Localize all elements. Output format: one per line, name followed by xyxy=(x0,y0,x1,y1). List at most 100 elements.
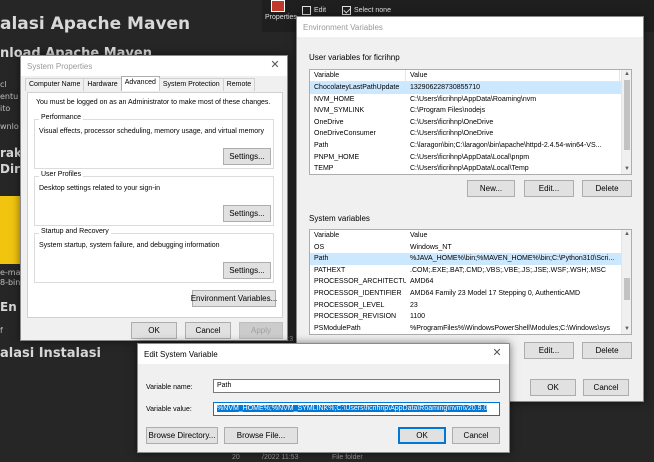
variable-name-cell: ChocolateyLastPathUpdate xyxy=(314,84,400,91)
ok-button[interactable]: OK xyxy=(530,379,576,396)
user-table-scrollbar[interactable]: ▲ ▼ xyxy=(621,70,631,174)
startup-recovery-desc: System startup, system failure, and debu… xyxy=(39,242,220,249)
scroll-up-icon[interactable]: ▲ xyxy=(622,230,631,239)
environment-variables-button[interactable]: Environment Variables... xyxy=(191,290,277,307)
table-row[interactable]: OneDrive C:\Users\ficrihnp\OneDrive xyxy=(310,117,631,129)
user-profiles-settings-button[interactable]: Settings... xyxy=(223,205,271,222)
variable-value-field[interactable]: %NVM_HOME%;%NVM_SYMLINK%;C:\Users\ficrih… xyxy=(213,402,500,416)
variable-value-cell: Windows_NT xyxy=(410,243,452,251)
edit-system-variable-dialog: Edit System Variable ✕ Variable name: Pa… xyxy=(137,343,510,453)
user-variables-label: User variables for ficrihnp xyxy=(309,53,400,62)
window-title: System Properties xyxy=(27,61,93,71)
ok-button[interactable]: OK xyxy=(131,322,177,339)
user-edit-button[interactable]: Edit... xyxy=(524,180,574,197)
variable-name-cell: Path xyxy=(314,141,329,149)
close-icon[interactable]: ✕ xyxy=(491,347,503,359)
performance-group: Performance Visual effects, processor sc… xyxy=(34,114,274,169)
variable-value-cell: .COM;.EXE;.BAT;.CMD;.VBS;.VBE;.JS;.JSE;.… xyxy=(410,266,606,274)
user-variables-table[interactable]: Variable Value ChocolateyLastPathUpdate 1… xyxy=(309,69,632,175)
close-icon[interactable]: ✕ xyxy=(269,59,281,71)
apply-button[interactable]: Apply xyxy=(239,322,283,339)
scroll-down-icon[interactable]: ▼ xyxy=(622,165,631,174)
environment-variables-titlebar: Environment Variables xyxy=(297,17,643,37)
page-heading-2: alasi Instalasi xyxy=(0,346,101,361)
table-row[interactable]: OneDriveConsumer C:\Users\ficrihnp\OneDri… xyxy=(310,128,631,140)
properties-icon xyxy=(271,0,285,12)
table-header: Variable Value xyxy=(310,70,631,82)
variable-name-cell: PNPM_HOME xyxy=(314,153,360,161)
system-edit-button[interactable]: Edit... xyxy=(524,342,574,359)
window-title: Environment Variables xyxy=(303,22,383,32)
edit-button[interactable]: Edit xyxy=(302,6,326,15)
variable-name-cell: PROCESSOR_LEVEL xyxy=(314,301,385,309)
tab-hardware[interactable]: Hardware xyxy=(83,78,122,91)
cancel-button[interactable]: Cancel xyxy=(185,322,231,339)
tab-computer-name[interactable]: Computer Name xyxy=(25,78,85,91)
bg-highlight-block xyxy=(0,196,20,264)
system-properties-window: System Properties ✕ Computer Name Hardwa… xyxy=(20,55,288,341)
performance-label: Performance xyxy=(39,114,84,121)
variable-name-cell: PROCESSOR_REVISION xyxy=(314,313,397,321)
scroll-down-icon[interactable]: ▼ xyxy=(622,325,631,334)
variable-name-cell: NVM_SYMLINK xyxy=(314,107,365,115)
variable-value-label: Variable value: xyxy=(146,406,192,413)
table-row[interactable]: PROCESSOR_IDENTIFIER AMD64 Family 23 Mode… xyxy=(310,288,631,300)
table-row[interactable]: ChocolateyLastPathUpdate 1329062287308557… xyxy=(310,82,631,94)
system-delete-button[interactable]: Delete xyxy=(582,342,632,359)
scroll-thumb[interactable] xyxy=(624,80,630,150)
user-new-button[interactable]: New... xyxy=(467,180,515,197)
variable-value-cell: C:\Users\ficrihnp\AppData\Roaming\nvm xyxy=(410,95,537,103)
tab-strip: Computer Name Hardware Advanced System P… xyxy=(25,76,256,92)
table-row[interactable]: PNPM_HOME C:\Users\ficrihnp\AppData\Local… xyxy=(310,152,631,164)
variable-name-cell: OneDriveConsumer xyxy=(314,130,376,138)
column-header-value[interactable]: Value xyxy=(406,70,620,81)
variable-name-text: Path xyxy=(217,382,232,389)
table-row[interactable]: PATHEXT .COM;.EXE;.BAT;.CMD;.VBS;.VBE;.JS… xyxy=(310,265,631,277)
table-row[interactable]: Path C:\laragon\bin;C:\laragon\bin\apache… xyxy=(310,140,631,152)
variable-name-field[interactable]: Path xyxy=(213,379,500,393)
table-row[interactable]: OS Windows_NT xyxy=(310,242,631,254)
variable-value-text: %NVM_HOME%;%NVM_SYMLINK%;C:\Users\ficrih… xyxy=(217,405,488,412)
variable-value-cell: C:\Program Files\nodejs xyxy=(410,107,486,115)
variable-name-cell: PSModulePath xyxy=(314,324,361,332)
user-delete-button[interactable]: Delete xyxy=(582,180,632,197)
cancel-button[interactable]: Cancel xyxy=(583,379,629,396)
properties-button[interactable]: Properties xyxy=(265,14,297,21)
browse-file-button[interactable]: Browse File... xyxy=(224,427,298,444)
select-none-button[interactable]: Select none xyxy=(342,6,391,15)
performance-settings-button[interactable]: Settings... xyxy=(223,148,271,165)
table-row[interactable]: NVM_SYMLINK C:\Program Files\nodejs xyxy=(310,105,631,117)
startup-settings-button[interactable]: Settings... xyxy=(223,262,271,279)
variable-name-cell: PROCESSOR_ARCHITECTU... xyxy=(314,278,406,286)
scroll-up-icon[interactable]: ▲ xyxy=(622,70,631,79)
bg-text-fragment: En xyxy=(0,300,17,314)
browse-directory-button[interactable]: Browse Directory... xyxy=(146,427,218,444)
user-profiles-group: User Profiles Desktop settings related t… xyxy=(34,171,274,226)
table-row[interactable]: PROCESSOR_ARCHITECTU... AMD64 xyxy=(310,276,631,288)
tab-remote[interactable]: Remote xyxy=(222,78,256,91)
table-row[interactable]: PROCESSOR_LEVEL 23 xyxy=(310,300,631,312)
table-row[interactable]: PSModulePath %ProgramFiles%\WindowsPowerS… xyxy=(310,323,631,334)
column-header-variable[interactable]: Variable xyxy=(310,70,406,81)
variable-value-cell: C:\laragon\bin;C:\laragon\bin\apache\htt… xyxy=(410,141,602,149)
ok-button[interactable]: OK xyxy=(398,427,446,444)
tab-system-protection[interactable]: System Protection xyxy=(158,78,224,91)
cancel-button[interactable]: Cancel xyxy=(452,427,500,444)
bg-file-type: File folder xyxy=(332,454,363,461)
variable-value-cell: C:\Users\ficrihnp\AppData\Local\pnpm xyxy=(410,153,530,161)
variable-name-cell: OS xyxy=(314,243,325,251)
bg-text-fragment: 8-bin xyxy=(0,278,21,287)
scroll-thumb[interactable] xyxy=(624,278,630,300)
table-row[interactable]: TEMP C:\Users\ficrihnp\AppData\Local\Temp xyxy=(310,163,631,174)
select-none-icon xyxy=(342,6,351,15)
variable-value-cell: 23 xyxy=(410,301,418,309)
table-row[interactable]: Path %JAVA_HOME%\bin;%MAVEN_HOME%\bin;C:\… xyxy=(310,253,631,265)
variable-value-cell: Value xyxy=(410,232,428,239)
table-row[interactable]: Variable Value xyxy=(310,230,631,242)
variable-name-label: Variable name: xyxy=(146,384,193,391)
table-row[interactable]: PROCESSOR_REVISION 1100 xyxy=(310,311,631,323)
system-variables-table[interactable]: Variable Value OS Windows_NT Path %JAVA_HOME%… xyxy=(309,229,632,335)
tab-advanced[interactable]: Advanced xyxy=(120,76,160,91)
table-row[interactable]: NVM_HOME C:\Users\ficrihnp\AppData\Roamin… xyxy=(310,94,631,106)
system-table-scrollbar[interactable]: ▲ ▼ xyxy=(621,230,631,334)
